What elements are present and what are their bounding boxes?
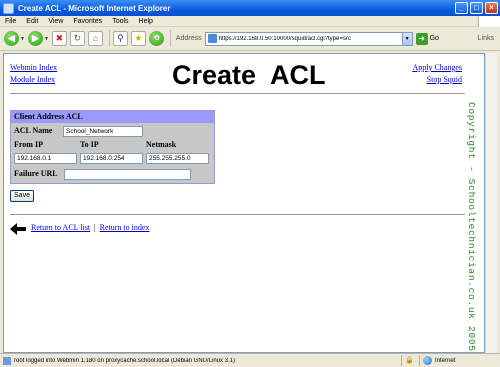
- browser-toolbar: ◀ ▼ ▶ ▼ ✖ ↻ ⌂ ⚲ ★ ⟲ Address https://192.16…: [0, 27, 500, 51]
- page-title: Create ACL: [172, 60, 326, 90]
- form-header: Client Address ACL: [11, 111, 214, 123]
- module-index-link[interactable]: Module Index: [10, 75, 55, 84]
- from-ip-label: From IP: [14, 140, 43, 149]
- link-separator: |: [94, 223, 96, 232]
- forward-button[interactable]: ▶ ▼: [27, 30, 49, 47]
- address-input[interactable]: https://192.168.0.50:10000/squid/acl.cgi…: [219, 36, 402, 42]
- star-icon: ★: [130, 31, 146, 46]
- go-arrow-icon: ➜: [415, 32, 428, 45]
- failure-url-input[interactable]: [64, 169, 191, 180]
- return-to-acl-list-link[interactable]: Return to ACL list: [31, 223, 90, 232]
- acl-name-label: ACL Name: [14, 126, 53, 135]
- menu-help[interactable]: Help: [139, 18, 153, 25]
- return-links: Return to ACL list | Return to index: [31, 223, 149, 232]
- copyright-watermark: Copyright - Schooltechnician.co.uk 2005: [466, 102, 477, 352]
- close-button[interactable]: ×: [485, 2, 498, 14]
- client-address-acl-form: Client Address ACL ACL Name School_Netwo…: [10, 110, 215, 184]
- home-icon: ⌂: [87, 31, 103, 46]
- window-title: Create ACL - Microsoft Internet Explorer: [18, 3, 171, 13]
- vertical-scrollbar[interactable]: [485, 53, 497, 353]
- menu-favorites[interactable]: Favorites: [73, 18, 102, 25]
- menu-bar: File Edit View Favorites Tools Help: [0, 16, 500, 27]
- page-icon: [207, 34, 217, 43]
- lock-icon: 🔒: [405, 357, 414, 364]
- minimize-button[interactable]: _: [455, 2, 468, 14]
- menu-edit[interactable]: Edit: [26, 18, 38, 25]
- history-icon: ⟲: [148, 31, 164, 46]
- go-label: Go: [429, 35, 439, 42]
- apply-changes-link[interactable]: Apply Changes: [412, 63, 462, 72]
- back-arrow-icon[interactable]: [10, 223, 26, 235]
- internet-zone-icon: [423, 356, 432, 365]
- refresh-icon: ↻: [69, 31, 85, 46]
- back-button[interactable]: ◀ ▼: [4, 30, 25, 47]
- search-icon: ⚲: [112, 31, 128, 46]
- stop-icon: ✖: [51, 31, 67, 46]
- menu-file[interactable]: File: [5, 18, 16, 25]
- netmask-label: Netmask: [146, 140, 177, 149]
- netmask-input[interactable]: 255.255.255.0: [146, 153, 209, 164]
- page-content: Webmin Index Module Index Create ACL App…: [3, 53, 485, 353]
- return-to-index-link[interactable]: Return to index: [100, 223, 150, 232]
- top-left-links: Webmin Index Module Index: [10, 62, 57, 86]
- failure-url-label: Failure URL: [14, 169, 58, 178]
- window-titlebar: Create ACL - Microsoft Internet Explorer…: [0, 0, 500, 16]
- chevron-down-icon[interactable]: ▼: [401, 32, 412, 45]
- history-button[interactable]: ⟲: [148, 30, 164, 47]
- address-bar[interactable]: https://192.168.0.50:10000/squid/acl.cgi…: [204, 31, 413, 46]
- stop-button[interactable]: ✖: [51, 30, 67, 47]
- menu-view[interactable]: View: [48, 18, 63, 25]
- status-bar: root logged into Webmin 1.180 on proxyca…: [0, 353, 500, 367]
- ie-icon: [3, 2, 14, 14]
- top-right-links: Apply Changes Stop Squid: [412, 62, 462, 86]
- status-text: root logged into Webmin 1.180 on proxyca…: [14, 357, 236, 364]
- menu-tools[interactable]: Tools: [112, 18, 128, 25]
- bottom-divider: [10, 214, 465, 215]
- stop-squid-link[interactable]: Stop Squid: [427, 75, 462, 84]
- address-label: Address: [175, 35, 202, 42]
- save-button[interactable]: Save: [10, 190, 34, 202]
- windows-logo-icon: [478, 16, 500, 27]
- from-ip-input[interactable]: 192.168.0.1: [14, 153, 77, 164]
- back-arrow-icon: ◀: [4, 31, 19, 46]
- zone-label: Internet: [435, 357, 456, 364]
- acl-name-input[interactable]: School_Network: [63, 126, 143, 137]
- to-ip-input[interactable]: 192.168.0.254: [80, 153, 143, 164]
- webmin-index-link[interactable]: Webmin Index: [10, 63, 57, 72]
- to-ip-label: To IP: [80, 140, 99, 149]
- search-button[interactable]: ⚲: [112, 30, 128, 47]
- favorites-button[interactable]: ★: [130, 30, 146, 47]
- maximize-button[interactable]: □: [470, 2, 483, 14]
- top-divider: [10, 93, 465, 94]
- refresh-button[interactable]: ↻: [69, 30, 85, 47]
- forward-arrow-icon: ▶: [27, 31, 43, 46]
- links-button[interactable]: Links: [478, 35, 494, 42]
- go-button[interactable]: ➜ Go: [415, 32, 439, 45]
- page-status-icon: [3, 356, 11, 365]
- home-button[interactable]: ⌂: [87, 30, 103, 47]
